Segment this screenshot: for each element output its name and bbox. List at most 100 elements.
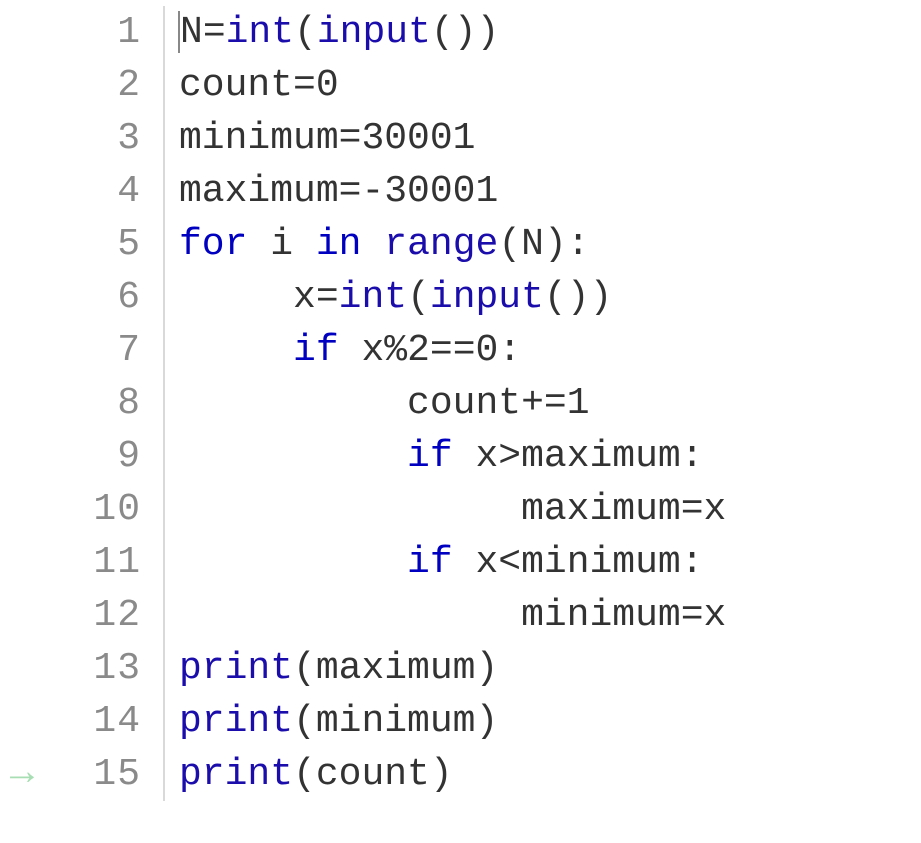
token-b: print (179, 700, 293, 743)
code-text[interactable]: maximum=-30001 (165, 165, 498, 218)
line-number[interactable]: 10 (44, 483, 163, 536)
line-number[interactable]: 4 (44, 165, 163, 218)
code-text[interactable]: print(minimum) (165, 695, 498, 748)
code-line[interactable]: 11 if x<minimum: (0, 536, 921, 589)
token-o: ( (294, 11, 317, 54)
gutter[interactable]: 13 (0, 642, 165, 695)
code-text[interactable]: minimum=30001 (165, 112, 475, 165)
line-number[interactable]: 12 (44, 589, 163, 642)
gutter[interactable]: 6 (0, 271, 165, 324)
code-line[interactable]: 7 if x%2==0: (0, 324, 921, 377)
gutter[interactable]: 11 (0, 536, 165, 589)
code-text[interactable]: minimum=x (165, 589, 726, 642)
token-o (179, 488, 521, 531)
token-b: input (317, 11, 431, 54)
token-d: 2 (407, 329, 430, 372)
token-o (179, 435, 407, 478)
gutter[interactable]: 8 (0, 377, 165, 430)
code-line[interactable]: 6 x=int(input()) (0, 271, 921, 324)
line-number[interactable]: 13 (44, 642, 163, 695)
token-o (453, 435, 476, 478)
token-o: ) (475, 700, 498, 743)
line-number[interactable]: 14 (44, 695, 163, 748)
line-number[interactable]: 3 (44, 112, 163, 165)
gutter[interactable]: 9 (0, 430, 165, 483)
token-n: count (316, 753, 430, 796)
token-o (179, 541, 407, 584)
line-number[interactable]: 5 (44, 218, 163, 271)
token-b: print (179, 753, 293, 796)
token-o: : (498, 329, 521, 372)
token-n: N (521, 223, 544, 266)
gutter[interactable]: 15 (0, 748, 165, 801)
token-k: if (407, 435, 453, 478)
code-text[interactable]: if x>maximum: (165, 430, 704, 483)
code-line[interactable]: 10 maximum=x (0, 483, 921, 536)
code-line[interactable]: 5for i in range(N): (0, 218, 921, 271)
token-o: = (316, 276, 339, 319)
code-text[interactable]: count=0 (165, 59, 339, 112)
code-text[interactable]: maximum=x (165, 483, 726, 536)
token-o (247, 223, 270, 266)
token-n: x (704, 488, 727, 531)
gutter[interactable]: 3 (0, 112, 165, 165)
token-k: if (407, 541, 453, 584)
gutter[interactable]: 14 (0, 695, 165, 748)
token-o: ( (293, 700, 316, 743)
token-n: x (475, 435, 498, 478)
line-number[interactable]: 6 (44, 271, 163, 324)
code-line[interactable]: 3minimum=30001 (0, 112, 921, 165)
code-text[interactable]: count+=1 (165, 377, 590, 430)
code-editor[interactable]: 1N=int(input())2count=03minimum=300014ma… (0, 0, 921, 843)
token-d: 0 (476, 329, 499, 372)
code-line[interactable]: 12 minimum=x (0, 589, 921, 642)
gutter[interactable]: 12 (0, 589, 165, 642)
code-text[interactable]: if x<minimum: (165, 536, 704, 589)
code-line[interactable]: 1N=int(input()) (0, 6, 921, 59)
token-n: x (704, 594, 727, 637)
code-line[interactable]: 14print(minimum) (0, 695, 921, 748)
token-k: for (179, 223, 247, 266)
gutter[interactable]: 10 (0, 483, 165, 536)
gutter[interactable]: 5 (0, 218, 165, 271)
gutter[interactable]: 2 (0, 59, 165, 112)
code-text[interactable]: print(maximum) (165, 642, 498, 695)
token-o: ( (293, 753, 316, 796)
token-o: ) (430, 753, 453, 796)
line-number[interactable]: 8 (44, 377, 163, 430)
code-text[interactable]: N=int(input()) (165, 6, 499, 59)
line-number[interactable]: 2 (44, 59, 163, 112)
token-o: == (430, 329, 476, 372)
token-o: ()) (431, 11, 499, 54)
token-o: < (498, 541, 521, 584)
token-n: x (293, 276, 316, 319)
code-line[interactable]: 8 count+=1 (0, 377, 921, 430)
token-d: 30001 (361, 117, 475, 160)
token-o: ( (407, 276, 430, 319)
gutter[interactable]: 4 (0, 165, 165, 218)
gutter[interactable]: 1 (0, 6, 165, 59)
code-line[interactable]: 9 if x>maximum: (0, 430, 921, 483)
code-line[interactable]: 13print(maximum) (0, 642, 921, 695)
token-n: maximum (521, 488, 681, 531)
token-n: count (179, 64, 293, 107)
line-number[interactable]: 1 (44, 6, 163, 59)
line-number[interactable]: 7 (44, 324, 163, 377)
code-text[interactable]: x=int(input()) (165, 271, 612, 324)
code-text[interactable]: print(count) (165, 748, 453, 801)
line-number[interactable]: 15 (44, 748, 163, 801)
code-line[interactable]: 15print(count) (0, 748, 921, 801)
line-number[interactable]: 9 (44, 430, 163, 483)
code-line[interactable]: 4maximum=-30001 (0, 165, 921, 218)
token-b: range (384, 223, 498, 266)
code-line[interactable]: 2count=0 (0, 59, 921, 112)
token-n: i (270, 223, 293, 266)
gutter[interactable]: 7 (0, 324, 165, 377)
code-text[interactable]: for i in range(N): (165, 218, 590, 271)
token-o (453, 541, 476, 584)
token-n: minimum (179, 117, 339, 160)
code-text[interactable]: if x%2==0: (165, 324, 521, 377)
token-o: = (293, 64, 316, 107)
token-o: ()) (544, 276, 612, 319)
line-number[interactable]: 11 (44, 536, 163, 589)
